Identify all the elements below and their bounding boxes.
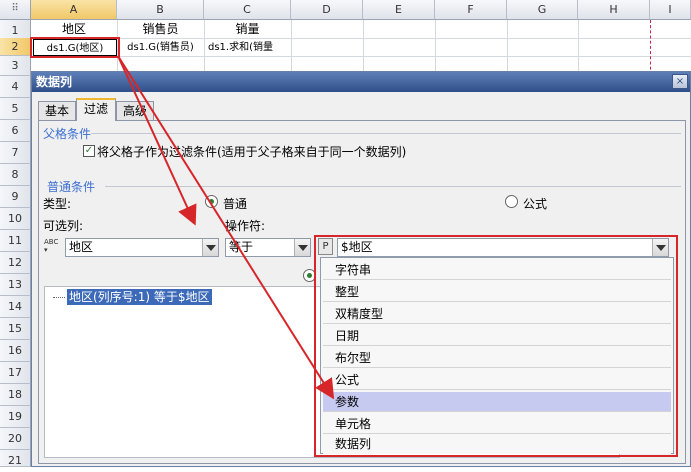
arrow-to-parameter-item: [117, 55, 335, 400]
tab-filter[interactable]: 过滤: [76, 98, 116, 121]
arrow-to-column-select: [117, 55, 197, 226]
annotation-arrows: [117, 55, 335, 400]
